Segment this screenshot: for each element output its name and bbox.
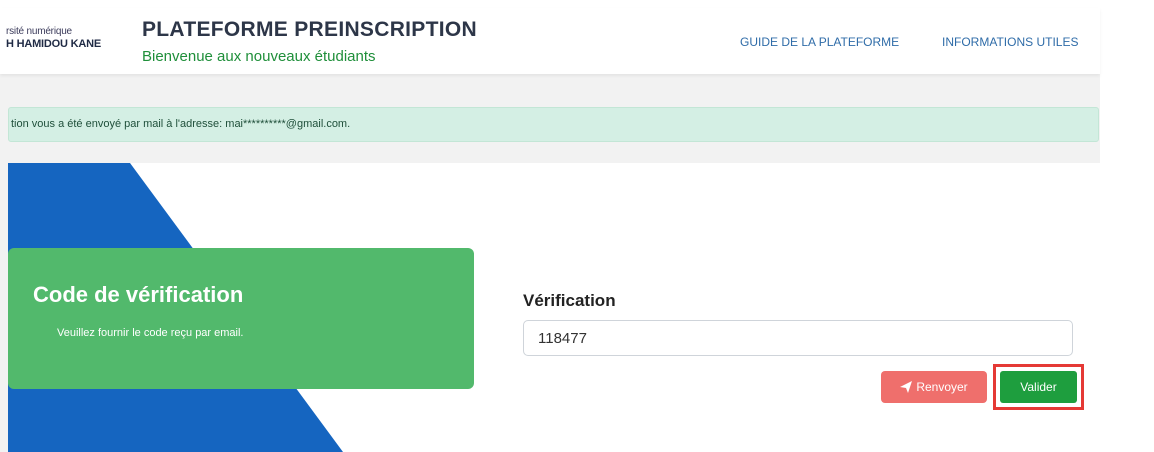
validate-button[interactable]: Valider	[1000, 371, 1077, 403]
info-panel	[8, 248, 474, 389]
nav-link-informations[interactable]: INFORMATIONS UTILES	[942, 35, 1078, 49]
alert-message: tion vous a été envoyé par mail à l'adre…	[11, 118, 351, 130]
header: rsité numérique H HAMIDOU KANE PLATEFORM…	[0, 8, 1100, 74]
resend-button-label: Renvoyer	[916, 380, 968, 394]
logo-text-line2: H HAMIDOU KANE	[6, 38, 101, 50]
page-subtitle: Bienvenue aux nouveaux étudiants	[142, 48, 376, 65]
verification-code-input[interactable]	[523, 320, 1073, 356]
nav-link-guide[interactable]: GUIDE DE LA PLATEFORME	[740, 35, 899, 49]
page-title: PLATEFORME PREINSCRIPTION	[142, 18, 477, 41]
resend-button[interactable]: Renvoyer	[881, 371, 987, 403]
paper-plane-icon	[900, 381, 913, 393]
panel-description: Veuillez fournir le code reçu par email.	[57, 327, 244, 339]
verification-label: Vérification	[523, 291, 616, 310]
success-alert: tion vous a été envoyé par mail à l'adre…	[8, 107, 1099, 142]
panel-title: Code de vérification	[33, 282, 244, 307]
verification-card: Code de vérification Veuillez fournir le…	[8, 163, 1109, 452]
validate-highlight-box: Valider	[993, 364, 1084, 410]
logo-text-line1: rsité numérique	[6, 26, 72, 37]
